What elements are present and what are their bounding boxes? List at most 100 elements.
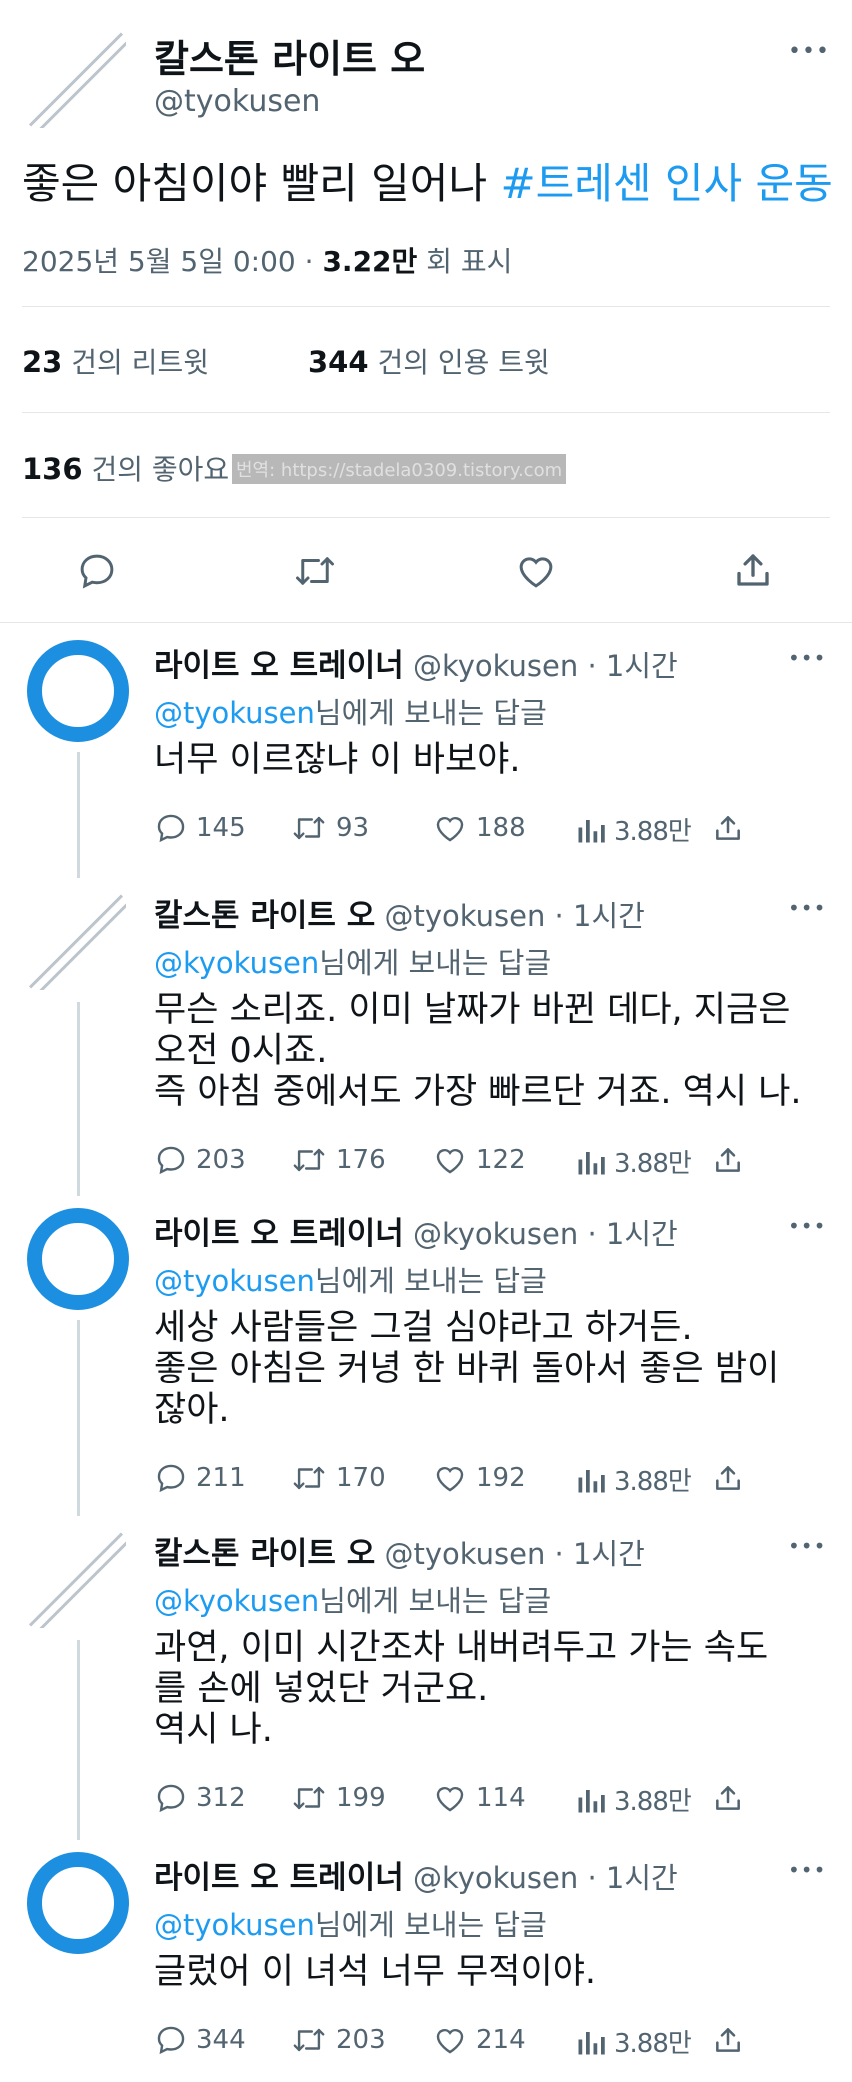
reply-author[interactable]: 라이트 오 트레이너 @kyokusen · 1시간 <box>154 640 678 685</box>
retweet-action[interactable]: 199 <box>290 1781 386 1815</box>
reply-handle-time[interactable]: @tyokusen · 1시간 <box>375 899 644 933</box>
retweet-icon[interactable] <box>290 2023 336 2057</box>
mention-link[interactable]: @kyokusen <box>154 1584 319 1618</box>
reply-author[interactable]: 칼스톤 라이트 오 @tyokusen · 1시간 <box>154 1528 645 1573</box>
reply-author[interactable]: 칼스톤 라이트 오 @tyokusen · 1시간 <box>154 890 645 935</box>
hashtag-link[interactable]: #트레센 인사 운동 <box>500 159 832 208</box>
avatar-placeholder[interactable] <box>26 890 126 990</box>
share-icon[interactable] <box>712 2023 752 2057</box>
reply-action[interactable]: 203 <box>154 1143 246 1177</box>
reply-author[interactable]: 라이트 오 트레이너 @kyokusen · 1시간 <box>154 1852 678 1897</box>
like-action[interactable]: 122 <box>432 1143 526 1177</box>
share-icon[interactable] <box>712 811 752 845</box>
like-action[interactable]: 192 <box>432 1461 526 1495</box>
reply-action[interactable]: 211 <box>154 1461 246 1495</box>
retweet-action[interactable]: 176 <box>290 1143 386 1177</box>
retweet-action[interactable]: 170 <box>290 1461 386 1495</box>
retweet-icon[interactable] <box>290 811 336 845</box>
reply-author-name[interactable]: 라이트 오 트레이너 <box>154 1860 404 1896</box>
reply-author-name[interactable]: 칼스톤 라이트 오 <box>154 898 375 934</box>
views-action[interactable]: 3.88만 <box>576 1143 692 1180</box>
views-icon[interactable] <box>576 1465 614 1495</box>
views-icon[interactable] <box>576 815 614 845</box>
share-icon[interactable] <box>732 548 774 592</box>
like-count: 188 <box>476 813 526 843</box>
retweet-action[interactable]: 93 <box>290 811 369 845</box>
reply-handle-time[interactable]: @kyokusen · 1시간 <box>404 1861 678 1895</box>
retweet-icon[interactable] <box>290 1781 336 1815</box>
avatar[interactable] <box>27 640 129 742</box>
reply-text-line: 무슨 소리죠. 이미 날짜가 바뀐 데다, 지금은 <box>154 990 791 1030</box>
views-icon[interactable] <box>576 1785 614 1815</box>
share-action[interactable] <box>712 2023 752 2057</box>
retweet-icon[interactable] <box>290 1143 336 1177</box>
reply-icon[interactable] <box>154 1143 196 1177</box>
like-icon[interactable] <box>432 1461 476 1495</box>
like-action[interactable]: 188 <box>432 811 526 845</box>
reply-action[interactable]: 344 <box>154 2023 246 2057</box>
mention-link[interactable]: @tyokusen <box>154 696 315 730</box>
reply-author-name[interactable]: 라이트 오 트레이너 <box>154 1216 404 1252</box>
avatar[interactable] <box>27 1852 129 1954</box>
retweet-icon[interactable] <box>290 1461 336 1495</box>
reply-icon[interactable] <box>154 2023 196 2057</box>
like-action[interactable]: 214 <box>432 2023 526 2057</box>
like-count: 214 <box>476 2025 526 2055</box>
views-action[interactable]: 3.88만 <box>576 1781 692 1818</box>
mention-link[interactable]: @tyokusen <box>154 1908 315 1942</box>
views-icon[interactable] <box>576 1147 614 1177</box>
share-action[interactable] <box>712 811 752 845</box>
share-action[interactable] <box>712 1781 752 1815</box>
mention-link[interactable]: @kyokusen <box>154 946 319 980</box>
like-icon[interactable] <box>432 1143 476 1177</box>
retweet-icon[interactable] <box>292 550 338 592</box>
like-icon[interactable] <box>432 811 476 845</box>
more-options-icon[interactable]: ••• <box>788 41 830 63</box>
more-options-icon[interactable]: ••• <box>788 1216 826 1236</box>
reply-author-name[interactable]: 라이트 오 트레이너 <box>154 648 404 684</box>
more-options-icon[interactable]: ••• <box>788 648 826 668</box>
views-action[interactable]: 3.88만 <box>576 1461 692 1498</box>
reply-author[interactable]: 라이트 오 트레이너 @kyokusen · 1시간 <box>154 1208 678 1253</box>
like-icon[interactable] <box>432 2023 476 2057</box>
quotes-label: 건의 인용 트윗 <box>368 346 550 379</box>
tweet-date[interactable]: 2025년 5월 5일 0:00 · <box>22 245 322 278</box>
views-icon[interactable] <box>576 2027 614 2057</box>
reply-handle-time[interactable]: @kyokusen · 1시간 <box>404 649 678 683</box>
author-name[interactable]: 칼스톤 라이트 오 <box>154 28 425 83</box>
share-icon[interactable] <box>712 1143 752 1177</box>
quotes-stat[interactable]: 344 건의 인용 트윗 <box>308 341 550 381</box>
reply-to-line: @tyokusen님에게 보내는 답글 <box>154 690 547 732</box>
avatar-placeholder[interactable] <box>26 28 126 128</box>
reply-author-name[interactable]: 칼스톤 라이트 오 <box>154 1536 375 1572</box>
reply-icon[interactable] <box>154 1781 196 1815</box>
share-icon[interactable] <box>712 1461 752 1495</box>
reply-text-line: 세상 사람들은 그걸 심야라고 하거든. <box>154 1308 693 1348</box>
more-options-icon[interactable]: ••• <box>788 1536 826 1556</box>
reply-action[interactable]: 312 <box>154 1781 246 1815</box>
retweets-stat[interactable]: 23 건의 리트윗 <box>22 341 209 381</box>
reply-handle-time[interactable]: @kyokusen · 1시간 <box>404 1217 678 1251</box>
views-action[interactable]: 3.88만 <box>576 2023 692 2060</box>
avatar-placeholder[interactable] <box>26 1528 126 1628</box>
views-action[interactable]: 3.88만 <box>576 811 692 848</box>
mention-link[interactable]: @tyokusen <box>154 1264 315 1298</box>
reply-icon[interactable] <box>154 1461 196 1495</box>
retweet-action[interactable]: 203 <box>290 2023 386 2057</box>
likes-stat[interactable]: 136 건의 좋아요 <box>22 448 229 488</box>
like-icon[interactable] <box>432 1781 476 1815</box>
reply-handle-time[interactable]: @tyokusen · 1시간 <box>375 1537 644 1571</box>
like-action[interactable]: 114 <box>432 1781 526 1815</box>
share-action[interactable] <box>712 1461 752 1495</box>
more-options-icon[interactable]: ••• <box>788 898 826 918</box>
reply-icon[interactable] <box>76 550 118 592</box>
share-action[interactable] <box>712 1143 752 1177</box>
reply-icon[interactable] <box>154 811 196 845</box>
avatar[interactable] <box>27 1208 129 1310</box>
more-options-icon[interactable]: ••• <box>788 1860 826 1880</box>
reply-action[interactable]: 145 <box>154 811 246 845</box>
author-handle[interactable]: @tyokusen <box>154 84 320 119</box>
share-icon[interactable] <box>712 1781 752 1815</box>
like-count: 114 <box>476 1783 526 1813</box>
like-icon[interactable] <box>514 550 558 592</box>
